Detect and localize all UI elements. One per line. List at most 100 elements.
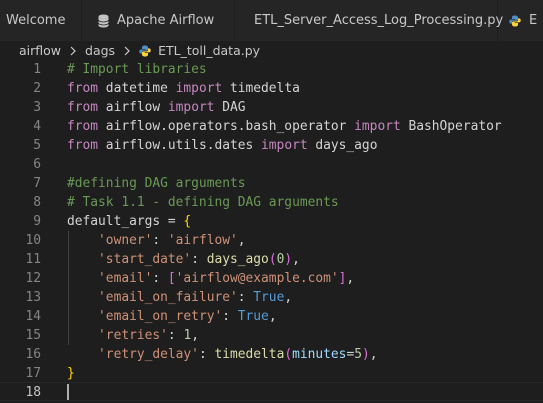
line-number: 12 (25, 271, 41, 286)
code-token: , (369, 347, 378, 362)
code-token: ( (284, 347, 293, 362)
code-token: 'start_date' (98, 252, 192, 267)
code-line[interactable]: 2 from datetime import timedelta (0, 79, 543, 98)
code-token: default_args = (67, 214, 184, 229)
code-token: , (268, 309, 277, 324)
python-icon (139, 45, 151, 56)
code-line[interactable]: 15 'retries': 1, (0, 326, 543, 345)
code-line[interactable]: 9 default_args = { (0, 212, 543, 231)
python-icon (509, 15, 521, 26)
code-line[interactable]: 5 from airflow.utils.dates import days_ag… (0, 136, 543, 155)
code-token: { (183, 214, 192, 229)
breadcrumb: airflow dags ETL_toll_data.py (0, 41, 543, 60)
code-line[interactable]: 10 'owner': 'airflow', (0, 231, 543, 250)
code-token: : (222, 309, 238, 324)
code-token: ( (268, 252, 277, 267)
line-number: 16 (25, 347, 41, 362)
chevron-right-icon (124, 46, 130, 55)
line-number: 1 (33, 62, 41, 77)
code-token: , (284, 290, 293, 305)
code-text: # Import libraries (67, 60, 207, 79)
tab-label: Welcome (6, 13, 66, 28)
code-token: [ (167, 271, 176, 286)
line-number: 3 (33, 100, 41, 115)
line-number: 10 (25, 233, 41, 248)
code-line[interactable]: 12 'email': ['airflow@example.com'], (0, 269, 543, 288)
line-number: 14 (25, 309, 41, 324)
line-number: 4 (33, 119, 41, 134)
code-token: : (152, 233, 168, 248)
code-token: airflow.operators.bash_operator (98, 119, 355, 134)
code-text: 'email': ['airflow@example.com'], (67, 269, 354, 288)
code-line[interactable]: 8 # Task 1.1 - defining DAG arguments (0, 193, 543, 212)
code-text: # Task 1.1 - defining DAG arguments (67, 193, 339, 212)
code-line[interactable]: 17} (0, 364, 543, 383)
code-token: timedelta (214, 347, 285, 362)
code-token: 'email_on_retry' (98, 309, 223, 324)
code-token: import (354, 119, 401, 134)
code-token: 'owner' (98, 233, 153, 248)
breadcrumb-item-dags[interactable]: dags (85, 43, 115, 58)
breadcrumb-item-file[interactable]: ETL_toll_data.py (158, 43, 260, 58)
code-line[interactable]: 14 'email_on_retry': True, (0, 307, 543, 326)
code-token: import (261, 138, 308, 153)
code-token: # Task 1.1 - defining DAG arguments (67, 195, 339, 210)
code-line[interactable]: 6 (0, 155, 543, 174)
code-token: 'airflow' (167, 233, 238, 248)
code-line[interactable]: 1 # Import libraries (0, 60, 543, 79)
code-line[interactable]: 13 'email_on_failure': True, (0, 288, 543, 307)
line-number: 7 (33, 176, 41, 191)
code-token: timedelta (222, 81, 300, 96)
line-number: 15 (25, 328, 41, 343)
line-number: 18 (25, 385, 41, 400)
code-line[interactable]: 16 'retry_delay': timedelta(minutes=5), (0, 345, 543, 364)
code-line[interactable]: 18 (0, 383, 543, 402)
code-token: ) (361, 347, 370, 362)
code-text: 'owner': 'airflow', (67, 231, 246, 250)
line-number: 6 (33, 157, 41, 172)
code-token: } (67, 366, 75, 381)
code-editor[interactable]: 1 # Import libraries 2 from datetime import… (0, 60, 543, 403)
code-token: : (198, 347, 215, 362)
tab-welcome[interactable]: Welcome (0, 0, 82, 41)
code-line[interactable]: 4 from airflow.operators.bash_operator im… (0, 117, 543, 136)
code-token: 'email_on_failure' (98, 290, 238, 305)
code-token: : (237, 290, 254, 305)
code-line[interactable]: 3 from airflow import DAG (0, 98, 543, 117)
line-number: 8 (33, 195, 41, 210)
code-token: datetime (98, 81, 176, 96)
code-text: from airflow.utils.dates import days_ago (67, 136, 377, 155)
tab-overflow[interactable]: E (499, 0, 543, 41)
code-text: } (67, 364, 75, 383)
tab-label: E (529, 13, 538, 28)
code-text: 'email_on_failure': True, (67, 288, 292, 307)
code-token: : (167, 328, 184, 343)
code-token: days_ago (206, 252, 269, 267)
code-token: from (67, 119, 99, 134)
code-text: 'retries': 1, (67, 326, 199, 345)
code-token: BashOperator (400, 119, 502, 134)
code-token: 5 (354, 347, 362, 362)
code-line[interactable]: 7 #defining DAG arguments (0, 174, 543, 193)
tab-apache-airflow[interactable]: Apache Airflow (83, 0, 235, 41)
tab-etl-server-access-log[interactable]: ETL_Server_Access_Log_Processing.py (236, 0, 503, 41)
code-text: 'start_date': days_ago(0), (67, 250, 300, 269)
code-text: from datetime import timedelta (67, 79, 300, 98)
text-cursor (67, 384, 69, 400)
code-token: , (237, 233, 246, 248)
breadcrumb-item-airflow[interactable]: airflow (19, 43, 61, 58)
code-text: default_args = { (67, 212, 191, 231)
code-token: #defining DAG arguments (67, 176, 246, 191)
code-token: True (253, 290, 285, 305)
code-line[interactable]: 11 'start_date': days_ago(0), (0, 250, 543, 269)
code-text: 'email_on_retry': True, (67, 307, 277, 326)
code-token: # Import libraries (67, 62, 207, 77)
code-token: airflow.utils.dates (98, 138, 262, 153)
code-token: : (191, 252, 207, 267)
line-number: 9 (33, 214, 41, 229)
tab-label: ETL_Server_Access_Log_Processing.py (254, 13, 504, 28)
code-token: 'retries' (98, 328, 168, 343)
